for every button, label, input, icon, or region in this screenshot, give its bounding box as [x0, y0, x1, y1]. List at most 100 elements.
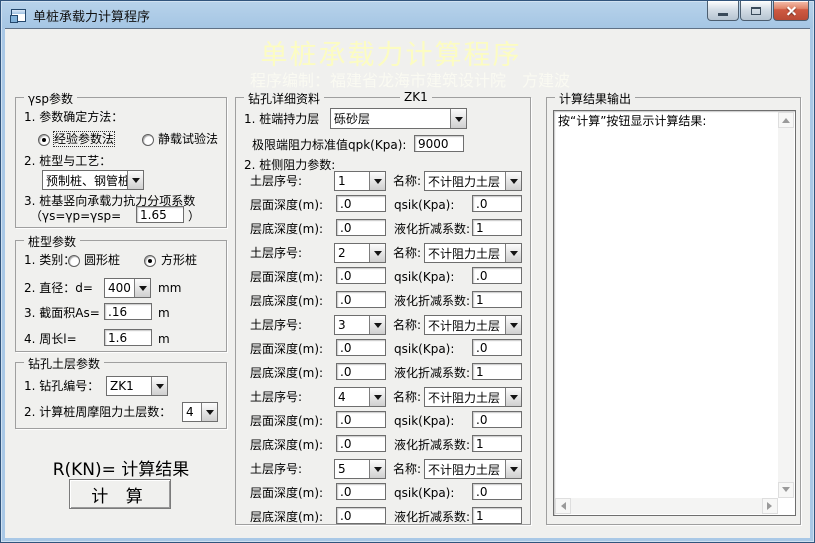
- result-output-textarea[interactable]: 按“计算”按钮显示计算结果:: [553, 110, 796, 516]
- layer-name-select[interactable]: 不计阻力土层: [424, 387, 522, 407]
- chevron-down-icon[interactable]: [369, 244, 385, 262]
- diameter-select[interactable]: 400: [104, 278, 151, 298]
- layer-name-value: 不计阻力土层: [425, 388, 505, 406]
- layer-seq-value: 1: [335, 172, 369, 190]
- layer-qsik-input[interactable]: .0: [472, 483, 522, 500]
- layer-liq-value: 1: [476, 365, 484, 379]
- layer-count-select[interactable]: 4: [182, 402, 218, 422]
- layer-liq-input[interactable]: 1: [472, 435, 522, 452]
- chevron-down-icon[interactable]: [450, 109, 466, 128]
- bearing-layer-value: 砾砂层: [331, 109, 450, 128]
- minimize-button[interactable]: [707, 1, 739, 21]
- layer-name-label: 名称:: [393, 174, 421, 188]
- layer-bottom-depth-input[interactable]: .0: [336, 507, 386, 524]
- scroll-left-icon[interactable]: [555, 498, 571, 514]
- layer-top-depth-input[interactable]: .0: [336, 339, 386, 356]
- chevron-down-icon[interactable]: [369, 316, 385, 334]
- scroll-up-icon[interactable]: [778, 112, 794, 128]
- vertical-scrollbar[interactable]: [778, 112, 794, 498]
- chevron-down-icon[interactable]: [151, 377, 167, 395]
- layer-bottom-depth-label: 层底深度(m):: [250, 366, 323, 380]
- pile-craft-select[interactable]: 预制桩、钢管桩: [42, 170, 144, 190]
- chevron-down-icon[interactable]: [505, 316, 521, 334]
- radio-empirical-label[interactable]: 经验参数法: [54, 132, 114, 146]
- layer-qsik-input[interactable]: .0: [472, 411, 522, 428]
- radio-static-test[interactable]: [142, 134, 154, 146]
- layer-name-select[interactable]: 不计阻力土层: [424, 459, 522, 479]
- chevron-down-icon[interactable]: [201, 403, 217, 421]
- layer-seq-value: 3: [335, 316, 369, 334]
- layer-name-label: 名称:: [393, 462, 421, 476]
- radio-empirical-method[interactable]: [38, 134, 50, 146]
- layer-liq-input[interactable]: 1: [472, 363, 522, 380]
- chevron-down-icon[interactable]: [369, 172, 385, 190]
- layer-seq-select[interactable]: 4: [334, 387, 386, 407]
- chevron-down-icon[interactable]: [505, 172, 521, 190]
- factor-input[interactable]: 1.65: [136, 206, 184, 223]
- chevron-down-icon[interactable]: [369, 460, 385, 478]
- layer-seq-select[interactable]: 3: [334, 315, 386, 335]
- page-subtitle: 程序编制：福建省龙海市建筑设计院 方建波: [229, 67, 591, 91]
- perimeter-input[interactable]: 1.6: [104, 329, 152, 346]
- layer-qsik-input[interactable]: .0: [472, 195, 522, 212]
- layer-top-depth-input[interactable]: .0: [336, 267, 386, 284]
- horizontal-scrollbar[interactable]: [555, 498, 778, 514]
- layer-seq-select[interactable]: 2: [334, 243, 386, 263]
- layer-bottom-depth-input[interactable]: .0: [336, 219, 386, 236]
- layer-name-select[interactable]: 不计阻力土层: [424, 315, 522, 335]
- layer-seq-select[interactable]: 5: [334, 459, 386, 479]
- borehole-no-select[interactable]: ZK1: [106, 376, 168, 396]
- layer-top-depth-input[interactable]: .0: [336, 483, 386, 500]
- radio-square-pile[interactable]: [144, 255, 156, 267]
- layer-qsik-input[interactable]: .0: [472, 339, 522, 356]
- chevron-down-icon[interactable]: [505, 244, 521, 262]
- radio-round-label[interactable]: 圆形桩: [84, 253, 120, 267]
- layer-qsik-input[interactable]: .0: [472, 267, 522, 284]
- soil-layer-block-5: 土层序号: 5 名称: 不计阻力土层 层面深度(m): .0 qsik(Kpa)…: [236, 458, 530, 530]
- area-input[interactable]: .16: [104, 303, 152, 320]
- app-icon: [11, 9, 26, 22]
- radio-round-pile[interactable]: [68, 255, 80, 267]
- radio-square-label[interactable]: 方形桩: [161, 253, 197, 267]
- layer-name-label: 名称:: [393, 246, 421, 260]
- chevron-down-icon[interactable]: [505, 388, 521, 406]
- layer-bottom-depth-input[interactable]: .0: [336, 363, 386, 380]
- layer-top-depth-value: .0: [340, 413, 351, 427]
- close-button[interactable]: [773, 1, 809, 21]
- layer-liq-input[interactable]: 1: [472, 507, 522, 524]
- layer-liq-value: 1: [476, 293, 484, 307]
- layer-bottom-depth-input[interactable]: .0: [336, 435, 386, 452]
- craft-label: 2. 桩型与工艺：: [24, 154, 111, 168]
- scroll-down-icon[interactable]: [778, 482, 794, 498]
- layer-liq-input[interactable]: 1: [472, 291, 522, 308]
- layer-top-depth-value: .0: [340, 197, 351, 211]
- layer-name-select[interactable]: 不计阻力土层: [424, 243, 522, 263]
- chevron-down-icon[interactable]: [127, 171, 143, 189]
- layer-qsik-value: .0: [476, 269, 487, 283]
- bearing-layer-select[interactable]: 砾砂层: [330, 108, 467, 129]
- diameter-value: 400: [105, 279, 134, 297]
- titlebar[interactable]: 单桩承载力计算程序: [2, 2, 813, 28]
- layer-bottom-depth-input[interactable]: .0: [336, 291, 386, 308]
- layer-liq-label: 液化折减系数:: [394, 294, 470, 308]
- layer-top-depth-value: .0: [340, 485, 351, 499]
- chevron-down-icon[interactable]: [505, 460, 521, 478]
- layer-bottom-depth-label: 层底深度(m):: [250, 438, 323, 452]
- scroll-right-icon[interactable]: [762, 498, 778, 514]
- qpk-input[interactable]: 9000: [414, 135, 464, 152]
- soil-layer-block-3: 土层序号: 3 名称: 不计阻力土层 层面深度(m): .0 qsik(Kpa)…: [236, 314, 530, 386]
- calculate-button[interactable]: 计 算: [69, 479, 171, 509]
- layer-top-depth-input[interactable]: .0: [336, 195, 386, 212]
- chevron-down-icon[interactable]: [369, 388, 385, 406]
- maximize-button[interactable]: [740, 1, 772, 21]
- radio-static-label[interactable]: 静载试验法: [158, 132, 218, 146]
- layer-liq-input[interactable]: 1: [472, 219, 522, 236]
- layer-qsik-label: qsik(Kpa):: [394, 198, 454, 212]
- layer-seq-value: 2: [335, 244, 369, 262]
- layer-top-depth-input[interactable]: .0: [336, 411, 386, 428]
- layer-name-select[interactable]: 不计阻力土层: [424, 171, 522, 191]
- layer-seq-select[interactable]: 1: [334, 171, 386, 191]
- chevron-down-icon[interactable]: [134, 279, 150, 297]
- layer-liq-value: 1: [476, 221, 484, 235]
- layer-seq-label: 土层序号:: [250, 174, 302, 188]
